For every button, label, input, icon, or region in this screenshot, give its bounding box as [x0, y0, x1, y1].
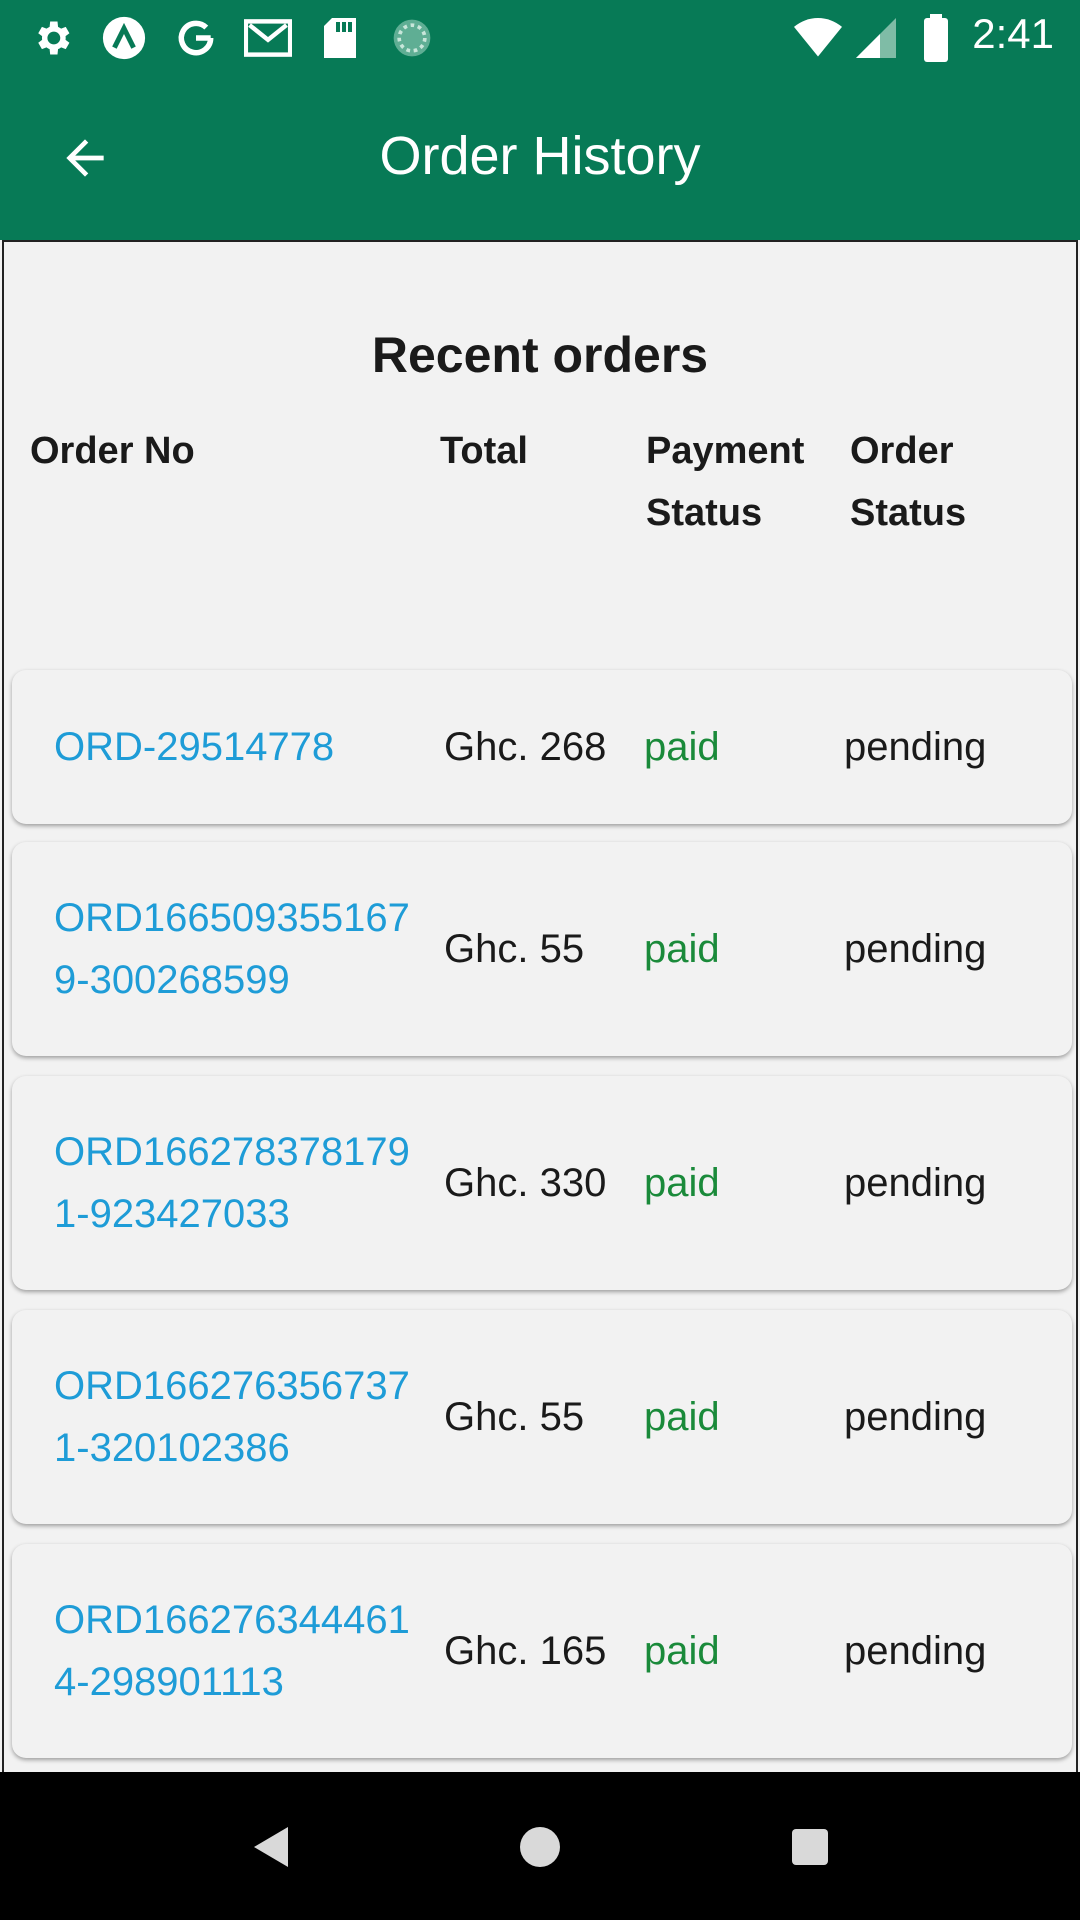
- order-number-link[interactable]: ORD166276356737 1-320102386: [54, 1355, 454, 1479]
- system-nav-bar: [0, 1772, 1080, 1920]
- status-time: 2:41: [972, 10, 1054, 57]
- table-row[interactable]: ORD166509355167 9-300268599 Ghc. 55 paid…: [12, 842, 1072, 1056]
- header-payment-status-line2: Status: [646, 492, 763, 534]
- table-row[interactable]: ORD166276356737 1-320102386 Ghc. 55 paid…: [12, 1310, 1072, 1524]
- gmail-icon: [244, 14, 292, 62]
- wifi-icon: [794, 14, 842, 62]
- page-title: Order History: [379, 126, 701, 186]
- header-total: Total: [440, 430, 528, 472]
- loading-circle-icon: [388, 14, 436, 62]
- cell-signal-icon: [852, 14, 900, 62]
- order-number-link[interactable]: ORD166278378179 1-923427033: [54, 1121, 454, 1245]
- section-title: Recent orders: [371, 327, 709, 383]
- sd-card-icon: [316, 14, 364, 62]
- order-status: pending: [844, 1395, 987, 1439]
- order-number-link[interactable]: ORD166509355167 9-300268599: [54, 887, 454, 1011]
- header-payment-status-line1: Payment: [646, 430, 805, 472]
- nav-back-button[interactable]: [235, 1812, 305, 1882]
- settings-icon: [28, 14, 76, 62]
- order-total: Ghc. 268: [444, 725, 607, 769]
- payment-status: paid: [644, 725, 720, 769]
- order-status: pending: [844, 725, 987, 769]
- order-total: Ghc. 55: [444, 1395, 585, 1439]
- app-bar: Order History: [0, 75, 1080, 240]
- order-number-link[interactable]: ORD-29514778: [54, 716, 454, 778]
- status-bar: 2:41: [0, 0, 1080, 75]
- header-order-status: Order Status: [850, 420, 966, 544]
- header-payment-status: Payment Status: [646, 420, 804, 544]
- payment-status: paid: [644, 1395, 720, 1439]
- nav-recents-icon: [792, 1829, 828, 1865]
- header-order-status-line1: Order: [850, 430, 954, 472]
- orders-content: Recent orders Order No Total Payment Sta…: [2, 240, 1078, 1772]
- table-row[interactable]: ORD166278378179 1-923427033 Ghc. 330 pai…: [12, 1076, 1072, 1290]
- order-status: pending: [844, 1161, 987, 1205]
- table-row[interactable]: ORD166276344461 4-298901113 Ghc. 165 pai…: [12, 1544, 1072, 1758]
- table-row[interactable]: ORD-29514778 Ghc. 268 paid pending: [12, 670, 1072, 824]
- order-total: Ghc. 330: [444, 1161, 607, 1205]
- nav-recents-button[interactable]: [775, 1812, 845, 1882]
- google-g-icon: [172, 14, 220, 62]
- nav-home-button[interactable]: [505, 1812, 575, 1882]
- order-total: Ghc. 55: [444, 927, 585, 971]
- battery-icon: [912, 14, 960, 62]
- payment-status: paid: [644, 1629, 720, 1673]
- payment-status: paid: [644, 927, 720, 971]
- header-order-no: Order No: [30, 430, 195, 472]
- screen: 2:41 Order History Recent orders Order N…: [0, 0, 1080, 1920]
- order-status: pending: [844, 1629, 987, 1673]
- order-number-link[interactable]: ORD166276344461 4-298901113: [54, 1589, 454, 1713]
- nav-back-icon: [254, 1827, 288, 1867]
- app-a-icon: [100, 14, 148, 62]
- payment-status: paid: [644, 1161, 720, 1205]
- nav-home-icon: [520, 1827, 560, 1867]
- header-order-status-line2: Status: [850, 492, 967, 534]
- order-total: Ghc. 165: [444, 1629, 607, 1673]
- order-status: pending: [844, 927, 987, 971]
